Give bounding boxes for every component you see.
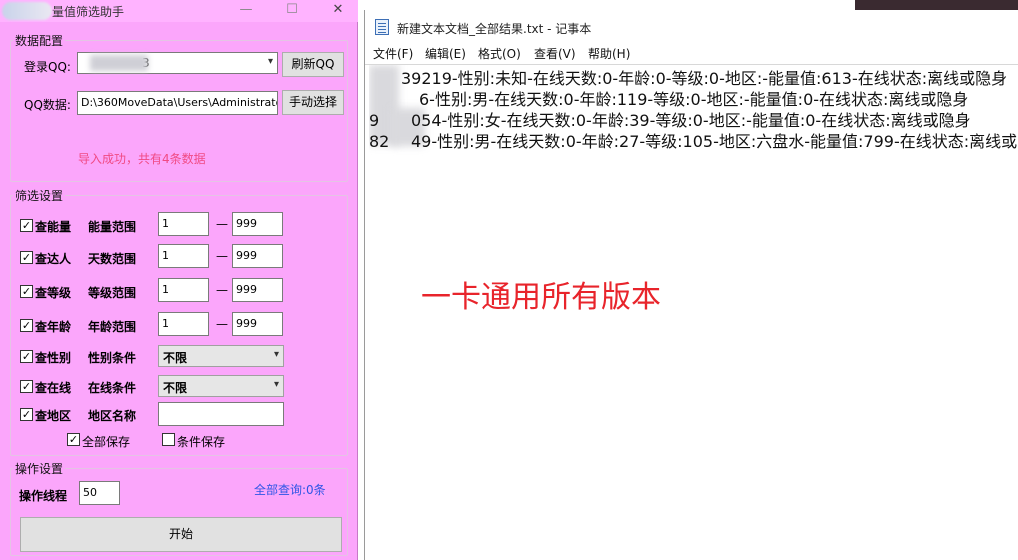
refresh-qq-button[interactable]: 刷新QQ xyxy=(282,52,344,77)
thread-count-input[interactable]: 50 xyxy=(79,481,120,505)
data-config-legend: 数据配置 xyxy=(15,34,64,48)
level-range-label: 等级范围 xyxy=(88,286,137,300)
level-min-input[interactable]: 1 xyxy=(158,278,209,302)
check-expert-checkbox[interactable]: ✓ xyxy=(20,251,33,264)
energy-min-input[interactable]: 1 xyxy=(158,212,209,236)
check-age-label: 查年龄 xyxy=(35,320,72,334)
range-dash: — xyxy=(216,317,228,331)
app-title: 量值筛选助手 xyxy=(52,5,125,19)
qq-data-label: QQ数据: xyxy=(24,98,71,112)
level-max-input[interactable]: 999 xyxy=(232,278,283,302)
login-qq-label: 登录QQ: xyxy=(24,60,71,74)
check-level-checkbox[interactable]: ✓ xyxy=(20,285,33,298)
save-condition-label: 条件保存 xyxy=(177,435,226,449)
redacted-qq xyxy=(90,55,148,71)
days-max-input[interactable]: 999 xyxy=(232,244,283,268)
gender-condition-label: 性别条件 xyxy=(88,351,137,365)
app-titlebar[interactable]: 量值筛选助手 — ☐ ✕ xyxy=(0,0,358,22)
import-status-message: 导入成功，共有4条数据 xyxy=(78,152,206,166)
check-online-checkbox[interactable]: ✓ xyxy=(20,380,33,393)
range-dash: — xyxy=(216,283,228,297)
filter-assistant-window: 量值筛选助手 — ☐ ✕ 数据配置 登录QQ: 3 ▾ 刷新QQ QQ数据: D… xyxy=(0,0,358,560)
save-all-label: 全部保存 xyxy=(82,435,131,449)
chevron-down-icon: ▾ xyxy=(273,379,279,390)
region-name-input[interactable] xyxy=(158,402,284,426)
operation-settings-legend: 操作设置 xyxy=(15,462,64,476)
minimize-button[interactable]: — xyxy=(238,2,254,18)
online-select-value: 不限 xyxy=(163,381,188,395)
check-online-label: 查在线 xyxy=(35,381,72,395)
check-age-checkbox[interactable]: ✓ xyxy=(20,319,33,332)
notepad-menubar: 文件(F) 编辑(E) 格式(O) 查看(V) 帮助(H) xyxy=(365,44,1018,64)
menu-help[interactable]: 帮助(H) xyxy=(588,45,630,62)
thread-count-label: 操作线程 xyxy=(19,489,68,503)
notepad-titlebar[interactable]: 新建文本文档_全部结果.txt - 记事本 xyxy=(365,10,1018,44)
menu-format[interactable]: 格式(O) xyxy=(478,45,521,62)
desktop: 量值筛选助手 — ☐ ✕ 数据配置 登录QQ: 3 ▾ 刷新QQ QQ数据: D… xyxy=(0,0,1018,560)
energy-range-label: 能量范围 xyxy=(88,220,137,234)
notepad-window: 新建文本文档_全部结果.txt - 记事本 文件(F) 编辑(E) 格式(O) … xyxy=(364,10,1018,560)
days-min-input[interactable]: 1 xyxy=(158,244,209,268)
age-range-label: 年龄范围 xyxy=(88,320,137,334)
range-dash: — xyxy=(216,217,228,231)
check-region-checkbox[interactable]: ✓ xyxy=(20,408,33,421)
filter-settings-legend: 筛选设置 xyxy=(15,189,64,203)
check-expert-label: 查达人 xyxy=(35,252,72,266)
online-select[interactable]: 不限 ▾ xyxy=(158,375,284,397)
gender-select-value: 不限 xyxy=(163,351,188,365)
chevron-down-icon: ▾ xyxy=(273,349,279,360)
manual-select-button[interactable]: 手动选择 xyxy=(282,90,344,115)
line-text: 49-性别:男-在线天数:0-年龄:27-等级:105-地区:六盘水-能量值:7… xyxy=(411,132,1018,151)
energy-max-input[interactable]: 999 xyxy=(232,212,283,236)
check-gender-checkbox[interactable]: ✓ xyxy=(20,350,33,363)
line-prefix: 82 xyxy=(369,132,390,151)
save-all-checkbox[interactable]: ✓ xyxy=(67,433,80,446)
maximize-button[interactable]: ☐ xyxy=(284,2,300,18)
close-button[interactable]: ✕ xyxy=(330,2,346,18)
query-count-status: 全部查询:0条 xyxy=(254,483,326,497)
check-region-label: 查地区 xyxy=(35,409,72,423)
age-min-input[interactable]: 1 xyxy=(158,312,209,336)
online-condition-label: 在线条件 xyxy=(88,381,137,395)
result-line: 82 49-性别:男-在线天数:0-年龄:27-等级:105-地区:六盘水-能量值… xyxy=(369,128,1018,152)
chevron-down-icon: ▾ xyxy=(267,56,273,67)
range-dash: — xyxy=(216,249,228,263)
save-condition-checkbox[interactable] xyxy=(162,433,175,446)
menu-file[interactable]: 文件(F) xyxy=(373,45,413,62)
notepad-text-area[interactable]: 39219-性别:未知-在线天数:0-年龄:0-等级:0-地区:-能量值:613… xyxy=(369,65,1018,560)
days-range-label: 天数范围 xyxy=(88,252,137,266)
promo-text: 一卡通用所有版本 xyxy=(421,280,661,315)
app-icon xyxy=(2,2,52,20)
notepad-icon xyxy=(375,19,389,35)
check-gender-label: 查性别 xyxy=(35,351,72,365)
menu-view[interactable]: 查看(V) xyxy=(534,45,576,62)
age-max-input[interactable]: 999 xyxy=(232,312,283,336)
background-window-edge xyxy=(855,0,1018,10)
start-button[interactable]: 开始 xyxy=(20,517,342,552)
menu-edit[interactable]: 编辑(E) xyxy=(425,45,466,62)
qq-data-path-input[interactable]: D:\360MoveData\Users\Administrato xyxy=(77,91,278,115)
gender-select[interactable]: 不限 ▾ xyxy=(158,345,284,367)
check-level-label: 查等级 xyxy=(35,286,72,300)
check-energy-label: 查能量 xyxy=(35,220,72,234)
notepad-title: 新建文本文档_全部结果.txt - 记事本 xyxy=(397,22,592,36)
region-name-label: 地区名称 xyxy=(88,409,137,423)
check-energy-checkbox[interactable]: ✓ xyxy=(20,219,33,232)
